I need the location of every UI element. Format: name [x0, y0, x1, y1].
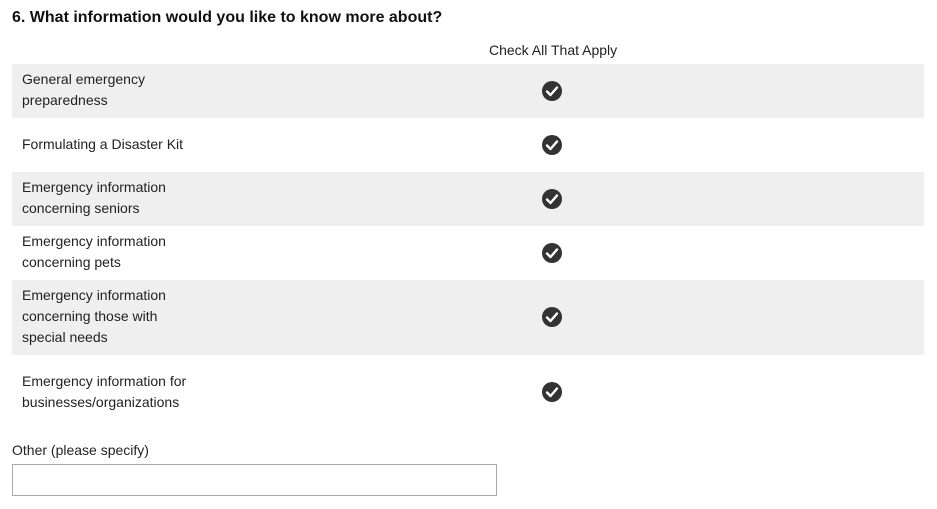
matrix-row: Emergency information for businesses/org… — [12, 355, 924, 430]
checkmark-circle-icon — [542, 243, 562, 263]
matrix-row: Emergency information concerning seniors — [12, 172, 924, 226]
row-label: Emergency information for businesses/org… — [22, 372, 187, 410]
row-checkbox[interactable] — [541, 242, 563, 264]
row-label: Emergency information concerning seniors — [22, 179, 166, 216]
checkmark-circle-icon — [542, 135, 562, 155]
matrix-row: Emergency information concerning pets — [12, 226, 924, 280]
other-specify-input[interactable] — [12, 464, 497, 496]
checkmark-circle-icon — [542, 81, 562, 101]
row-label: Emergency information concerning pets — [22, 233, 166, 270]
checkmark-circle-icon — [542, 307, 562, 327]
question-matrix: General emergency preparedness Formulati… — [12, 64, 924, 430]
row-label: Emergency information concerning those w… — [22, 287, 166, 345]
row-checkbox[interactable] — [541, 188, 563, 210]
column-header-check-all: Check All That Apply — [489, 42, 618, 58]
row-checkbox[interactable] — [541, 381, 563, 403]
checkmark-circle-icon — [542, 382, 562, 402]
checkmark-circle-icon — [542, 189, 562, 209]
matrix-row: General emergency preparedness — [12, 64, 924, 118]
other-specify-label: Other (please specify) — [12, 442, 149, 458]
row-label: Formulating a Disaster Kit — [22, 135, 184, 152]
matrix-row: Formulating a Disaster Kit — [12, 118, 924, 172]
question-title: 6. What information would you like to kn… — [12, 9, 443, 26]
row-checkbox[interactable] — [541, 134, 563, 156]
row-label: General emergency preparedness — [22, 71, 145, 108]
row-checkbox[interactable] — [541, 306, 563, 328]
matrix-row: Emergency information concerning those w… — [12, 280, 924, 355]
row-checkbox[interactable] — [541, 80, 563, 102]
